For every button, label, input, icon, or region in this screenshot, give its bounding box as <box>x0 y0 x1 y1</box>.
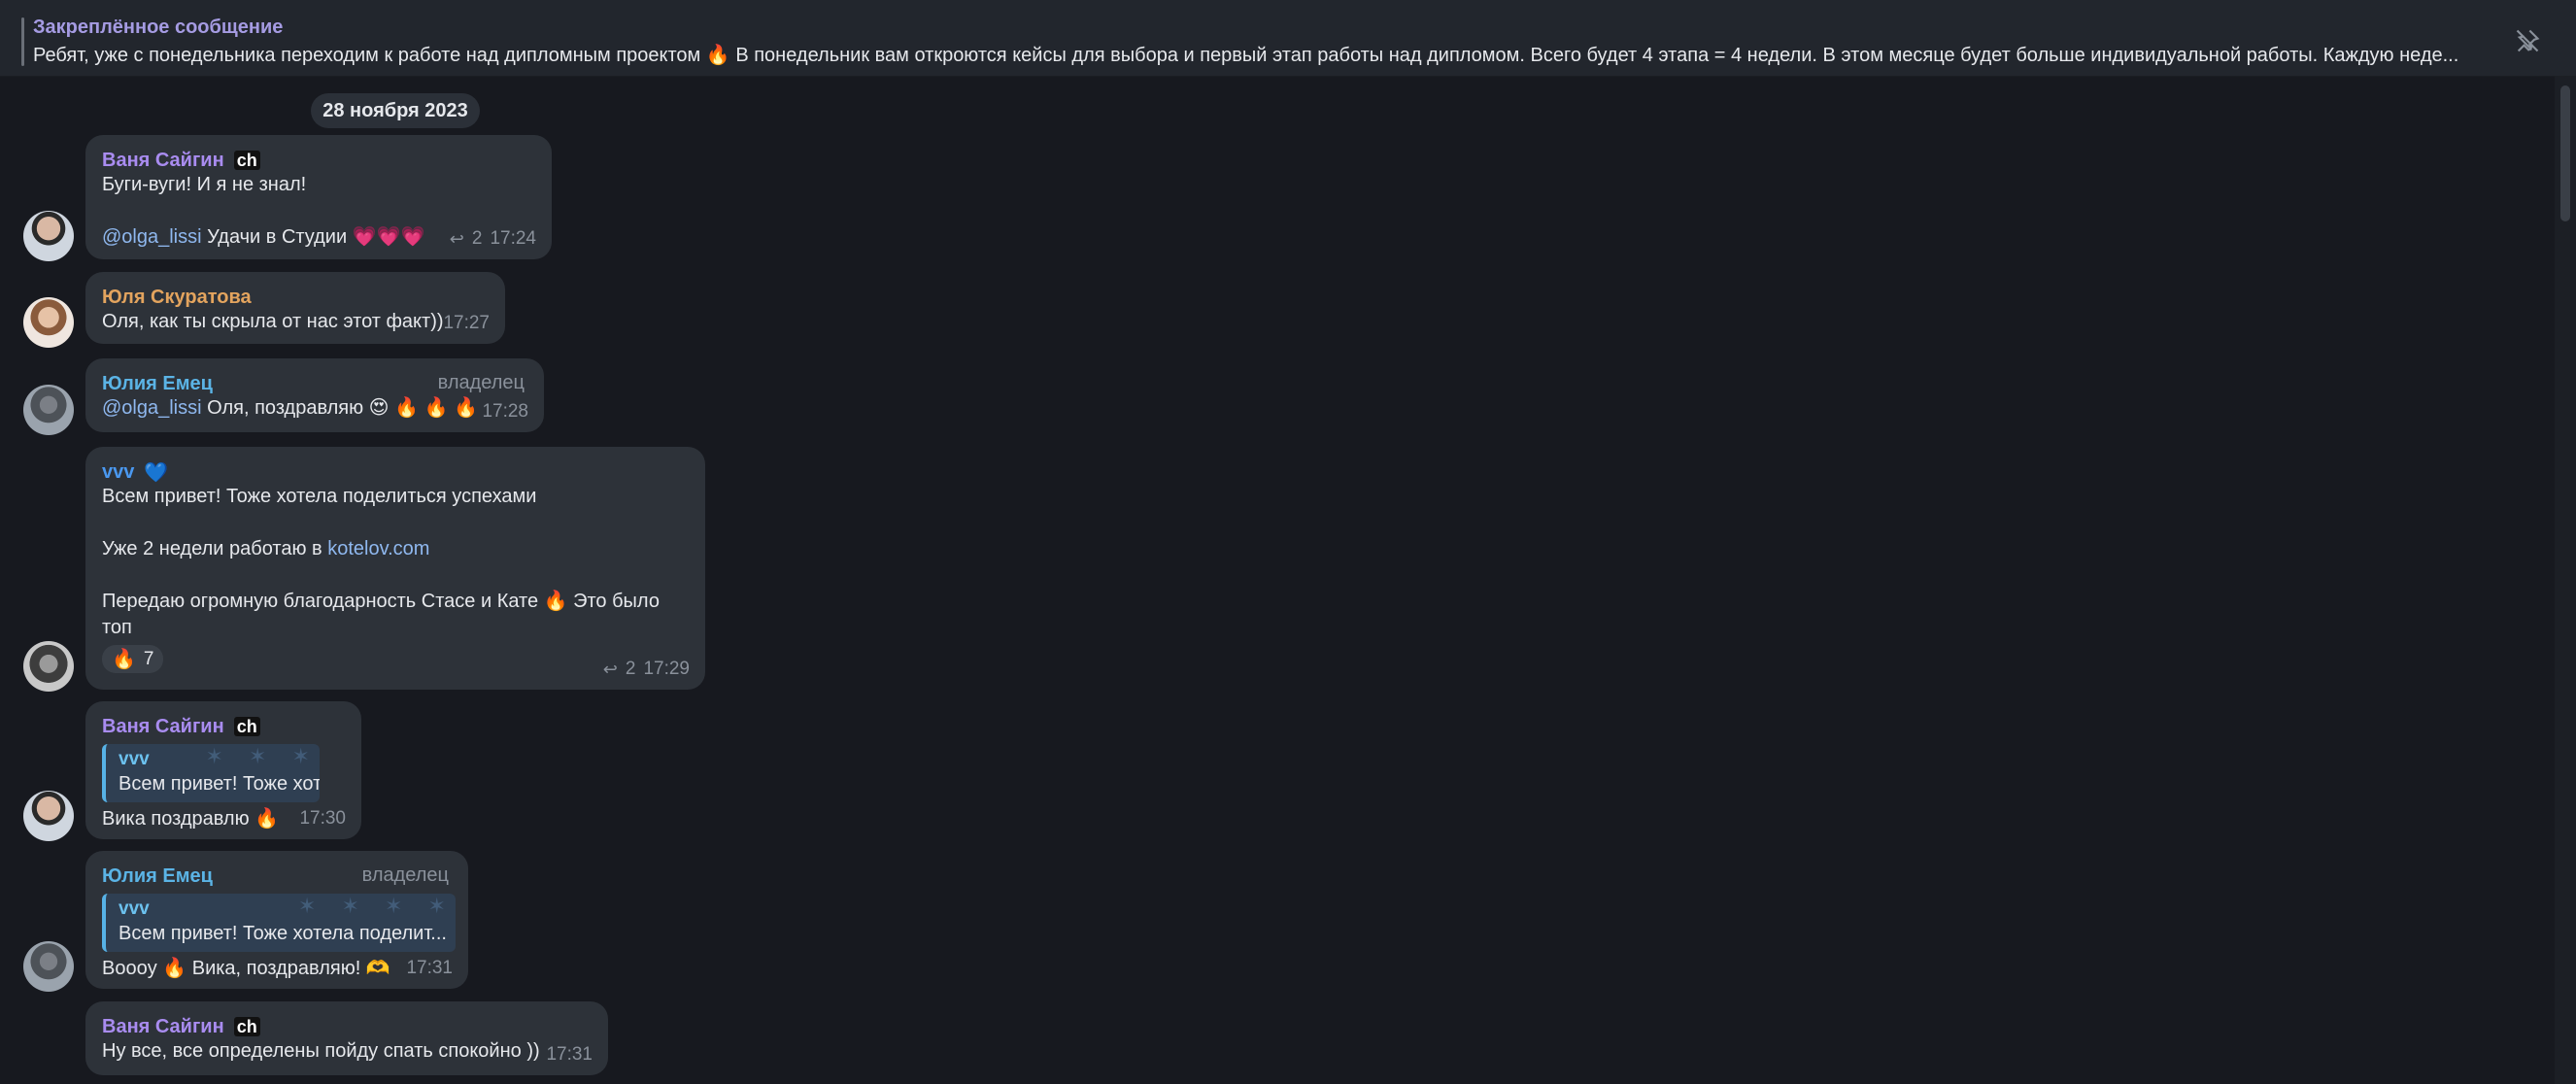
message-line <box>102 198 534 224</box>
date-divider: 28 ноября 2023 <box>311 93 480 128</box>
message-meta: 17:27 <box>443 313 490 334</box>
scrollbar-thumb[interactable] <box>2560 85 2570 221</box>
avatar[interactable] <box>23 641 74 692</box>
message-time: 17:27 <box>443 313 490 333</box>
message-meta: 17:31 <box>406 958 453 979</box>
message-text: Удачи в Студии 💗💗💗 <box>207 226 425 248</box>
sender-name[interactable]: vvv 💙 <box>102 460 688 484</box>
sender-name-text: Ваня Сайгин <box>102 149 224 171</box>
mention-link[interactable]: @olga_lissi <box>102 397 202 419</box>
message-bubble[interactable]: Ваня Сайгин ch ✶ ✶ ✶ vvv Всем привет! Тож… <box>85 701 361 839</box>
sender-badge: ch <box>233 1017 260 1036</box>
quote-text: Всем привет! Тоже хотела поделит... <box>119 923 447 944</box>
message-line: Буги-вуги! И я не знал! <box>102 174 307 195</box>
message-meta: 17:28 <box>482 401 528 423</box>
message-meta: ↩ 2 17:29 <box>603 659 690 680</box>
message-line <box>102 562 688 589</box>
reply-arrow-icon[interactable]: ↩ <box>450 229 464 250</box>
chat-scrollbar[interactable] <box>2555 76 2576 1084</box>
url-link[interactable]: kotelov.com <box>327 538 429 559</box>
message-line: Уже 2 недели работаю в kotelov.com <box>102 536 688 562</box>
sender-name[interactable]: Ваня Сайгин ch <box>102 1015 591 1038</box>
mention-link[interactable]: @olga_lissi <box>102 226 202 248</box>
sender-name[interactable]: Ваня Сайгин ch <box>102 149 534 172</box>
message-line: Оля, как ты скрыла от нас этот факт)) <box>102 311 444 332</box>
heart-badge-icon: 💙 <box>144 461 169 484</box>
reply-arrow-icon[interactable]: ↩ <box>603 660 618 680</box>
reply-count[interactable]: 2 <box>472 228 483 250</box>
message-time: 17:29 <box>643 659 690 679</box>
message-meta: 17:31 <box>546 1044 593 1066</box>
message-line: Передаю огромную благодарность Стасе и К… <box>102 591 660 612</box>
message-bubble[interactable]: vvv 💙 Всем привет! Тоже хотела поделиться… <box>85 447 705 690</box>
pinned-title: Закреплённое сообщение <box>33 17 284 38</box>
message-bubble[interactable]: Ваня Сайгин ch Ну все, все определены пой… <box>85 1001 608 1075</box>
quote-text: Всем привет! Тоже хот... <box>119 773 320 795</box>
message-time: 17:31 <box>546 1044 593 1065</box>
sender-badge: ch <box>233 151 260 170</box>
pinned-message-bar[interactable]: Закреплённое сообщение Ребят, уже с поне… <box>0 0 2576 77</box>
message-time: 17:31 <box>406 958 453 978</box>
reply-count[interactable]: 2 <box>626 659 636 680</box>
sender-name-text: Ваня Сайгин <box>102 715 224 737</box>
message-time: 17:30 <box>299 808 346 829</box>
message-bubble[interactable]: Юля Скуратова Оля, как ты скрыла от нас … <box>85 272 505 344</box>
reaction-chip[interactable]: 🔥 7 <box>102 645 164 673</box>
sender-badge: ch <box>233 717 260 736</box>
avatar[interactable] <box>23 211 74 261</box>
message-line: Всем привет! Тоже хотела поделиться успе… <box>102 486 537 507</box>
avatar[interactable] <box>23 297 74 348</box>
pinned-accent-bar <box>21 17 24 66</box>
pinned-text: Ребят, уже с понедельника переходим к ра… <box>33 45 2459 66</box>
message-line: Ну все, все определены пойду спать споко… <box>102 1040 540 1062</box>
message-bubble[interactable]: Ваня Сайгин ch Буги-вуги! И я не знал! @o… <box>85 135 552 259</box>
sender-name[interactable]: Ваня Сайгин ch <box>102 715 344 738</box>
message-text: Оля, поздравляю 😍 🔥 🔥 🔥 <box>207 397 478 419</box>
role-label: владелец <box>361 864 449 886</box>
sender-name-text: vvv <box>102 460 135 483</box>
message-line: @olga_lissi Оля, поздравляю 😍 🔥 🔥 🔥 <box>102 395 526 422</box>
quote-pattern: ✶ ✶ ✶ ✶ <box>297 894 456 918</box>
message-text: Уже 2 недели работаю в <box>102 538 328 559</box>
message-line <box>102 510 688 536</box>
fire-icon: 🔥 <box>112 649 136 670</box>
message-bubble[interactable]: Юлия Емец владелец @olga_lissi Оля, позд… <box>85 358 544 432</box>
quote-pattern: ✶ ✶ ✶ <box>205 744 320 768</box>
avatar[interactable] <box>23 941 74 992</box>
message-line: Вoooу 🔥 Вика, поздравляю! 🫶 <box>102 958 390 979</box>
message-meta: ↩ 2 17:24 <box>450 228 536 250</box>
avatar[interactable] <box>23 791 74 841</box>
role-label: владелец <box>437 372 525 393</box>
reply-quote[interactable]: ✶ ✶ ✶ ✶ vvv Всем привет! Тоже хотела под… <box>102 894 456 952</box>
sender-name-text: Ваня Сайгин <box>102 1015 224 1037</box>
pin-off-icon[interactable] <box>2514 27 2541 54</box>
message-bubble[interactable]: Юлия Емец владелец ✶ ✶ ✶ ✶ vvv Всем прив… <box>85 851 468 989</box>
message-line: топ <box>102 617 132 638</box>
message-meta: 17:30 <box>299 808 346 830</box>
avatar[interactable] <box>23 385 74 435</box>
message-time: 17:24 <box>490 228 536 249</box>
message-time: 17:28 <box>482 401 528 422</box>
reaction-count: 7 <box>143 648 154 669</box>
sender-name[interactable]: Юля Скуратова <box>102 286 488 309</box>
reply-quote[interactable]: ✶ ✶ ✶ vvv Всем привет! Тоже хот... <box>102 744 320 802</box>
